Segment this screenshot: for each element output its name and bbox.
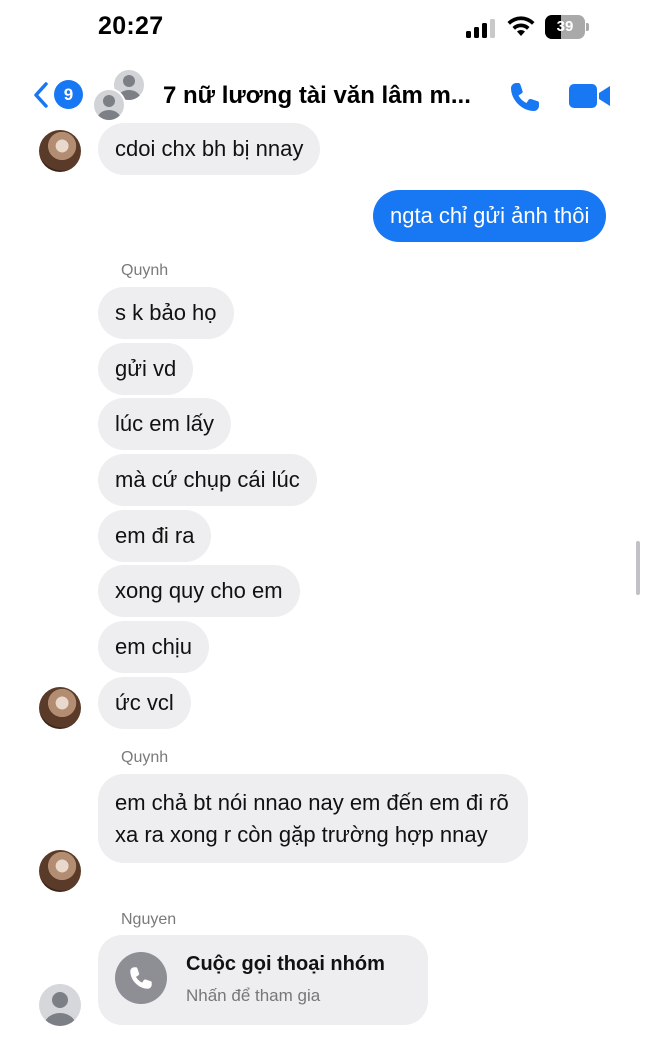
message-bubble[interactable]: ức vcl [98,677,191,729]
group-call-title: Cuộc gọi thoại nhóm [186,953,385,975]
message-bubble[interactable]: em chả bt nói nnao nay em đến em đi rõ x… [98,774,528,863]
message-bubble[interactable]: em chịu [98,621,210,673]
phone-icon[interactable] [508,80,542,114]
status-time: 20:27 [98,12,164,40]
message-bubble[interactable]: mà cứ chụp cái lúc [98,454,317,506]
sender-name: Quynh [121,262,169,279]
message-bubble-outgoing[interactable]: ngta chỉ gửi ảnh thôi [373,190,607,242]
back-button[interactable]: 9 [32,80,84,110]
wifi-icon [507,16,535,36]
video-camera-icon[interactable] [569,82,611,110]
message-bubble[interactable]: gửi vd [98,343,194,395]
unread-count-badge: 9 [54,80,83,109]
phone-icon [115,952,167,1004]
status-bar: 20:27 39 [0,0,663,56]
battery-icon: 39 [545,15,591,39]
message-bubble[interactable]: s k bảo họ [98,287,234,339]
avatar [39,850,81,892]
conversation-title[interactable]: 7 nữ lương tài văn lâm m... [163,82,471,110]
avatar [39,130,81,172]
chevron-left-icon [34,82,48,108]
sender-name: Quynh [121,749,169,766]
group-avatar[interactable] [92,68,154,126]
message-bubble[interactable]: xong quy cho em [98,565,300,617]
battery-level: 39 [556,18,574,35]
group-call-subtitle: Nhấn để tham gia [186,986,321,1005]
scrollbar[interactable] [636,541,640,595]
signal-bars-icon [466,18,496,38]
message-bubble[interactable]: em đi ra [98,510,212,562]
sender-name: Nguyen [121,911,177,928]
member-avatar [92,88,126,122]
avatar [39,984,81,1026]
group-call-card[interactable]: Cuộc gọi thoại nhóm Nhấn để tham gia [98,935,428,1025]
message-bubble[interactable]: lúc em lấy [98,398,232,450]
conversation-header: 9 7 nữ lương tài văn lâm m... [0,60,663,130]
message-bubble[interactable]: cdoi chx bh bị nnay [98,123,321,175]
avatar [39,687,81,729]
